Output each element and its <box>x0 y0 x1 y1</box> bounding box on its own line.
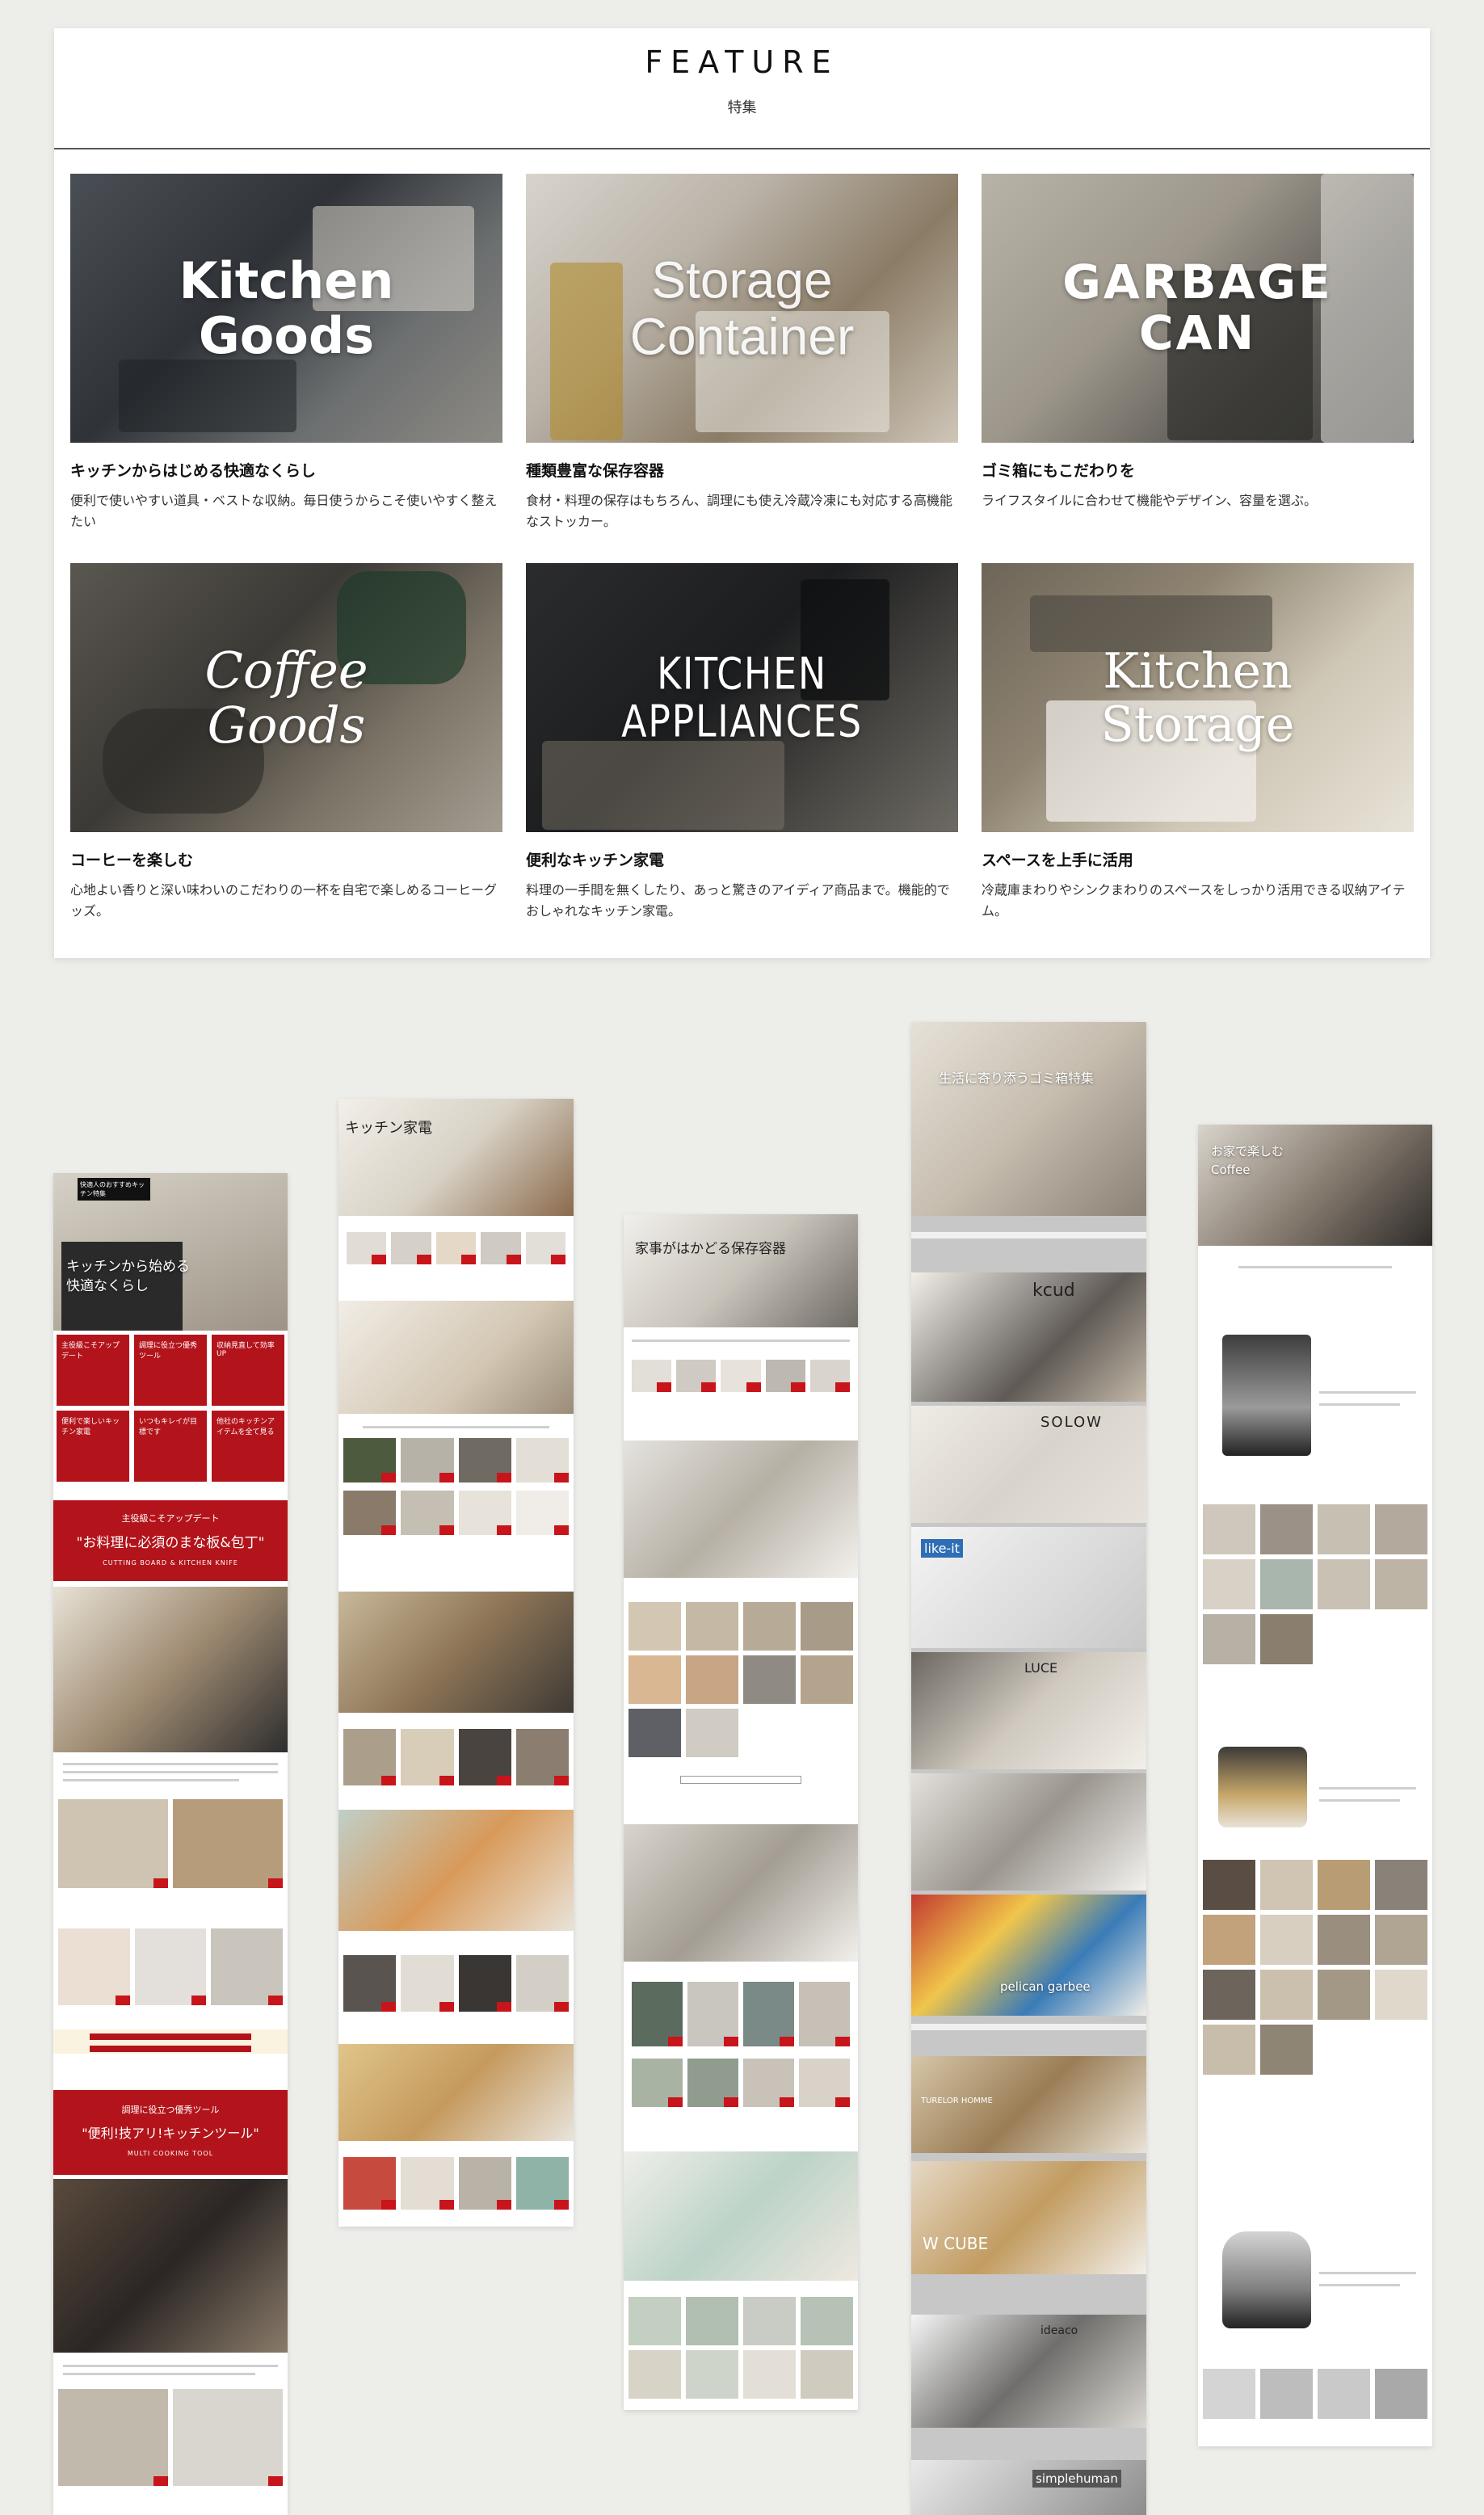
thumb-tile[interactable]: 調理に役立つ優秀ツール <box>134 1335 207 1406</box>
thumb-hero-title: キッチン家電 <box>345 1120 432 1137</box>
feature-name: ゴミ箱にもこだわりを <box>982 462 1136 480</box>
thumb-tile[interactable]: 便利で楽しいキッチン家電 <box>57 1411 129 1482</box>
thumb-badge: 快適人のおすすめキッチン特集 <box>78 1178 150 1201</box>
feature-image-garbage-can[interactable]: GARBAGE CAN <box>982 174 1414 443</box>
feature-card-kitchen-goods[interactable]: Kitchen Goods キッチンからはじめる快適なくらし 便利で使いやすい道… <box>70 174 502 563</box>
thumb-hero-title: 家事がはかどる保存容器 <box>635 1241 786 1257</box>
thumb-banner-tools: 調理に役立つ優秀ツール "便利!技アリ!キッチンツール" MULTI COOKI… <box>53 2090 288 2175</box>
feature-header: FEATURE 特集 <box>54 28 1430 149</box>
thumb-hero-image <box>624 1214 858 1327</box>
thumb-hero-image <box>911 1022 1146 1216</box>
thumb-grill-image <box>53 2179 288 2353</box>
thumb-tile[interactable]: 主役級こそアップデート <box>57 1335 129 1406</box>
brand-like-it: like-it <box>921 1539 963 1558</box>
thumbnail-garbage-page[interactable]: 生活に寄り添うゴミ箱特集 kcud SOLOW like-it LUCE pel… <box>911 1022 1146 2515</box>
feature-description: 心地よい香りと深い味わいのこだわりの一杯を自宅で楽しめるコーヒーグッズ。 <box>70 882 498 919</box>
thumb-tile[interactable]: いつもキレイが目標です <box>134 1411 207 1482</box>
feature-name: コーヒーを楽しむ <box>70 852 194 869</box>
brand-turelor: TURELOR HOMME <box>921 2097 993 2105</box>
brand-solow: SOLOW <box>1040 1414 1103 1431</box>
thumb-product-row <box>58 2389 283 2486</box>
thumb-category-tiles: 主役級こそアップデート 調理に役立つ優秀ツール 収納見直して効率UP 便利で楽し… <box>57 1335 284 1482</box>
feature-name: キッチンからはじめる快適なくらし <box>70 462 317 480</box>
feature-image-storage-container[interactable]: Storage Container <box>526 174 958 443</box>
thumb-tile[interactable]: 収納見直して効率UP <box>212 1335 284 1406</box>
feature-section: FEATURE 特集 Kitchen Goods キッチンからはじめる快適なくら… <box>54 28 1430 958</box>
feature-description: 便利で使いやすい道具・ベストな収納。毎日使うからこそ使いやすく整えたい <box>70 493 498 530</box>
feature-overlay-title: Kitchen Storage <box>1100 642 1295 753</box>
thumbnail-storage-page[interactable]: 家事がはかどる保存容器 <box>624 1214 858 2410</box>
feature-overlay-title: Coffee Goods <box>204 640 368 755</box>
thumb-hero-title: お家で楽しむ Coffee <box>1211 1144 1284 1177</box>
thumb-banner-cutting: 主役級こそアップデート "お料理に必須のまな板&包丁" CUTTING BOAR… <box>53 1500 288 1581</box>
thumbnail-coffee-page[interactable]: お家で楽しむ Coffee <box>1198 1125 1432 2446</box>
feature-overlay-title: Kitchen Goods <box>179 250 394 365</box>
feature-overlay-title: Storage Container <box>629 250 855 366</box>
thumb-hero-title: 生活に寄り添うゴミ箱特集 <box>939 1070 1095 1086</box>
feature-description: 食材・料理の保存はもちろん、調理にも使え冷蔵冷凍にも対応する高機能なストッカー。 <box>526 493 953 530</box>
feature-overlay-title: KITCHEN APPLIANCES <box>621 648 863 747</box>
thumb-hero-title: キッチンから始める 快適なくらし <box>66 1259 190 1294</box>
thumbnail-appliance-page[interactable]: キッチン家電 <box>338 1099 574 2227</box>
feature-card-storage-container[interactable]: Storage Container 種類豊富な保存容器 食材・料理の保存はもちろ… <box>526 174 958 563</box>
feature-card-kitchen-storage[interactable]: Kitchen Storage スペースを上手に活用 冷蔵庫まわりやシンクまわり… <box>982 563 1414 953</box>
feature-subtitle: 特集 <box>727 99 757 116</box>
feature-overlay-title: GARBAGE CAN <box>1062 254 1333 361</box>
feature-name: 便利なキッチン家電 <box>526 852 665 869</box>
brand-simplehuman: simplehuman <box>1032 2470 1121 2488</box>
feature-image-coffee-goods[interactable]: Coffee Goods <box>70 563 502 832</box>
brand-ideaco: ideaco <box>1040 2324 1078 2337</box>
brand-kcud: kcud <box>1032 1281 1075 1301</box>
thumb-product-row <box>58 1799 283 1888</box>
feature-description: 冷蔵庫まわりやシンクまわりのスペースをしっかり活用できる収納アイテム。 <box>982 882 1406 919</box>
feature-grid: Kitchen Goods キッチンからはじめる快適なくらし 便利で使いやすい道… <box>70 174 1414 953</box>
brand-luce: LUCE <box>1024 1660 1058 1676</box>
thumb-cutting-image <box>53 1587 288 1752</box>
feature-image-kitchen-storage[interactable]: Kitchen Storage <box>982 563 1414 832</box>
feature-name: スペースを上手に活用 <box>982 852 1133 869</box>
thumb-product-row <box>58 1928 284 2005</box>
feature-card-kitchen-appliances[interactable]: KITCHEN APPLIANCES 便利なキッチン家電 料理の一手間を無くした… <box>526 563 958 953</box>
thumb-tile[interactable]: 他社のキッチンアイテムを全て見る <box>212 1411 284 1482</box>
feature-title: FEATURE <box>645 44 839 80</box>
feature-description: 料理の一手間を無くしたり、あっと驚きのアイディア商品まで。機能的でおしゃれなキッ… <box>526 882 950 919</box>
feature-description: ライフスタイルに合わせて機能やデザイン、容量を選ぶ。 <box>982 493 1318 508</box>
brand-pelican: pelican garbee <box>1000 1979 1091 1994</box>
thumbnail-kitchen-page[interactable]: キッチンから始める 快適なくらし 快適人のおすすめキッチン特集 主役級こそアップ… <box>53 1173 288 2515</box>
feature-name: 種類豊富な保存容器 <box>526 462 665 480</box>
brand-w-cube: W CUBE <box>923 2234 989 2253</box>
feature-image-kitchen-goods[interactable]: Kitchen Goods <box>70 174 502 443</box>
feature-card-coffee-goods[interactable]: Coffee Goods コーヒーを楽しむ 心地よい香りと深い味わいのこだわりの… <box>70 563 502 953</box>
feature-image-kitchen-appliances[interactable]: KITCHEN APPLIANCES <box>526 563 958 832</box>
feature-card-garbage-can[interactable]: GARBAGE CAN ゴミ箱にもこだわりを ライフスタイルに合わせて機能やデザ… <box>982 174 1414 563</box>
